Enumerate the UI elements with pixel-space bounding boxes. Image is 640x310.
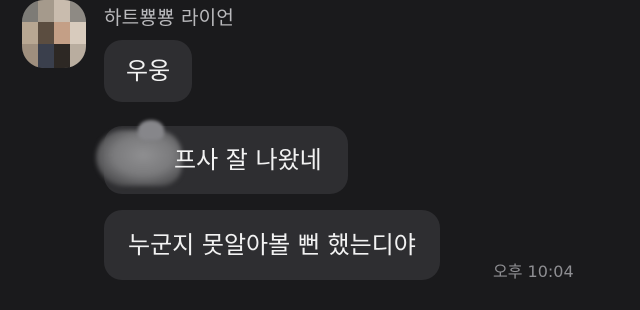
message-timestamp: 오후 10:04 bbox=[493, 262, 574, 281]
avatar-pixel bbox=[54, 44, 70, 68]
avatar[interactable] bbox=[22, 0, 86, 68]
avatar-pixel bbox=[22, 22, 38, 44]
redacted-text-blur bbox=[138, 120, 164, 140]
message-bubble[interactable]: 누군지 못알아볼 뻔 했는디야 bbox=[104, 210, 440, 280]
avatar-pixel bbox=[22, 0, 38, 22]
message-text: 누군지 못알아볼 뻔 했는디야 bbox=[128, 231, 416, 259]
avatar-pixel bbox=[70, 44, 86, 68]
sender-name: 하트뿅뿅 라이언 bbox=[104, 7, 234, 29]
avatar-pixel bbox=[70, 22, 86, 44]
avatar-pixel bbox=[54, 0, 70, 22]
message-text: 프사 잘 나왔네 bbox=[174, 146, 322, 174]
message-bubble[interactable]: 우웅 bbox=[104, 40, 193, 102]
avatar-pixel bbox=[38, 0, 54, 22]
avatar-pixel bbox=[38, 22, 54, 44]
avatar-pixel bbox=[54, 22, 70, 44]
avatar-pixel bbox=[22, 44, 38, 68]
message-bubble[interactable]: 프사 잘 나왔네 bbox=[96, 120, 348, 194]
redacted-text-blur bbox=[96, 130, 182, 186]
message-text: 우웅 bbox=[126, 57, 171, 85]
chat-screen: 하트뿅뿅 라이언 우웅 프사 잘 나왔네 누군지 못알아볼 뻔 했는디야 오후 … bbox=[0, 0, 640, 310]
avatar-pixel bbox=[70, 0, 86, 22]
avatar-pixel bbox=[38, 44, 54, 68]
